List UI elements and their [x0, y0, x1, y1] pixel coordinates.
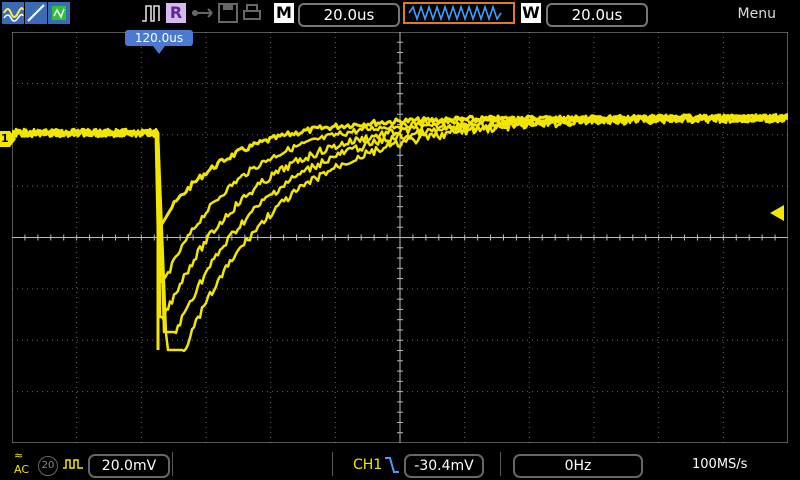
memory-depth-badge[interactable]: M — [274, 3, 294, 23]
divider — [500, 452, 501, 476]
save-icon[interactable] — [218, 2, 238, 24]
top-toolbar: R M 20.0us W 20.0us Menu — [0, 0, 800, 28]
menu-button[interactable]: Menu — [738, 6, 776, 22]
coupling-label[interactable]: AC — [14, 463, 29, 476]
trigger-source-label[interactable]: CH1 — [353, 457, 382, 473]
status-bar: ≈ AC 20 20.0mV CH1 -30.4mV 0Hz 100MS/s — [0, 448, 800, 480]
divider — [172, 452, 173, 476]
sample-rate-label: 100MS/s — [692, 457, 748, 472]
falling-edge-icon[interactable] — [384, 455, 400, 475]
persist-display-icon[interactable] — [48, 2, 70, 24]
invert-icon[interactable] — [62, 456, 84, 472]
wave-display-icon[interactable] — [2, 2, 24, 24]
timebase-display[interactable]: 20.0us — [298, 3, 400, 27]
divider — [332, 452, 333, 476]
waveform-screen[interactable] — [12, 32, 788, 443]
bandwidth-limit-icon[interactable]: 20 — [38, 456, 58, 476]
print-icon[interactable] — [242, 2, 262, 24]
window-badge[interactable]: W — [521, 3, 541, 23]
trigger-level-marker[interactable] — [770, 205, 784, 221]
volts-per-div-display[interactable]: 20.0mV — [88, 454, 170, 478]
trigger-level-display[interactable]: -30.4mV — [404, 454, 484, 478]
trigger-position-arrow[interactable] — [153, 46, 165, 54]
trigger-mode-badge[interactable]: R — [166, 3, 186, 23]
trigger-time-marker[interactable]: 120.0us — [125, 30, 193, 46]
frequency-counter-display[interactable]: 0Hz — [513, 454, 643, 478]
channel1-marker-label: 1 — [1, 132, 9, 145]
window-timebase-display[interactable]: 20.0us — [546, 3, 648, 27]
usb-icon[interactable] — [190, 2, 218, 24]
window-waveform-indicator[interactable] — [403, 2, 515, 24]
vector-display-icon[interactable] — [25, 2, 47, 24]
ac-coupling-icon: ≈ — [14, 449, 24, 462]
pulse-trigger-icon[interactable] — [140, 2, 162, 24]
